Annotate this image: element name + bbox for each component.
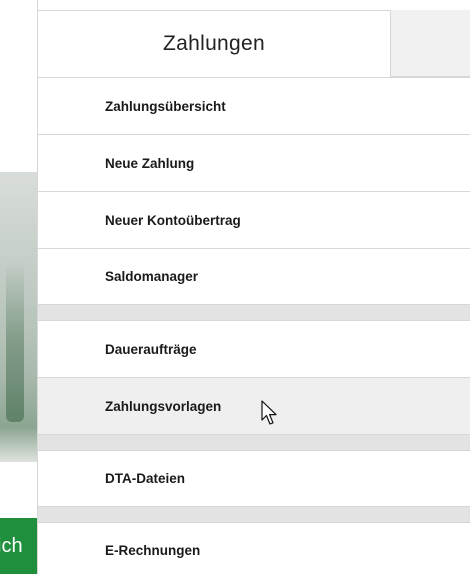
- menu-separator: [38, 434, 470, 450]
- mouse-pointer-icon: [261, 400, 277, 425]
- menu-item-zahlungsvorlagen[interactable]: Zahlungsvorlagen: [38, 377, 470, 434]
- background-green-tile[interactable]: ich: [0, 518, 37, 574]
- menu-item-label: Zahlungsübersicht: [105, 98, 226, 114]
- menu-item-label: Daueraufträge: [105, 341, 197, 357]
- menu-item-neue-zahlung[interactable]: Neue Zahlung: [38, 134, 470, 191]
- background-image: [0, 172, 37, 462]
- menu-item-neuer-kontouebertrag[interactable]: Neuer Kontoübertrag: [38, 191, 470, 248]
- menu-item-label: Zahlungsvorlagen: [105, 398, 222, 414]
- menu-item-dta-dateien[interactable]: DTA-Dateien: [38, 450, 470, 506]
- menu-item-label: Neue Zahlung: [105, 155, 195, 171]
- green-tile-text: ich: [0, 535, 23, 557]
- menu-item-label: DTA-Dateien: [105, 471, 186, 486]
- payments-menu: Zahlungen Zahlungsübersicht Neue Zahlung…: [37, 0, 470, 578]
- tab-zahlungen[interactable]: Zahlungen: [38, 10, 391, 77]
- menu-item-label: Neuer Kontoübertrag: [105, 212, 241, 228]
- menu-item-label: E-Rechnungen: [105, 543, 201, 558]
- tab-inactive[interactable]: [391, 10, 470, 77]
- menu-item-dauerauftraege[interactable]: Daueraufträge: [38, 320, 470, 377]
- menu-item-saldomanager[interactable]: Saldomanager: [38, 248, 470, 304]
- menu-tabs: Zahlungen: [38, 0, 470, 77]
- menu-item-e-rechnungen[interactable]: E-Rechnungen: [38, 522, 470, 578]
- menu-item-zahlungsuebersicht[interactable]: Zahlungsübersicht: [38, 77, 470, 134]
- menu-item-label: Saldomanager: [105, 269, 199, 284]
- menu-separator: [38, 304, 470, 320]
- menu-separator: [38, 506, 470, 522]
